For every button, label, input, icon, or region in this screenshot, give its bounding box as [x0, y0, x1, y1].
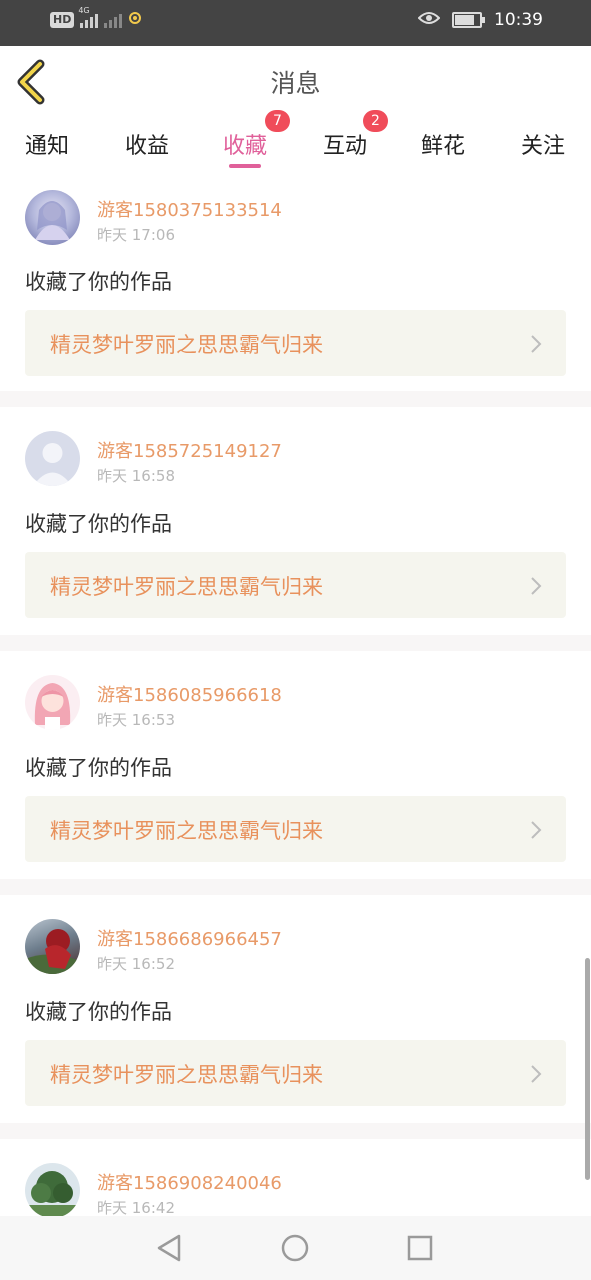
tab-notice[interactable]: 通知	[7, 128, 87, 160]
tab-label: 收益	[124, 134, 169, 159]
status-right: 10:39	[417, 10, 543, 30]
notification-icon	[128, 10, 142, 29]
tab-label: 鲜花	[420, 134, 465, 159]
scrollbar[interactable]	[585, 958, 590, 1180]
chevron-right-icon	[531, 821, 542, 839]
default-user-avatar-icon	[33, 443, 72, 486]
avatar[interactable]	[25, 675, 80, 730]
username[interactable]: 游客1586686966457	[97, 925, 282, 951]
feed-card: 游客1586908240046 昨天 16:42	[0, 1139, 591, 1216]
anime-girl-avatar-icon	[35, 201, 70, 240]
divider	[0, 1123, 591, 1139]
signal-icon: 4G	[78, 6, 99, 28]
tree-photo-avatar-icon	[25, 1171, 80, 1216]
nav-recents-icon	[407, 1235, 433, 1261]
timestamp: 昨天 16:42	[97, 1199, 175, 1216]
tab-label: 互动	[322, 134, 367, 159]
tab-favorites[interactable]: 收藏	[205, 128, 285, 160]
status-bar: HD 4G 10:39	[0, 0, 591, 46]
battery-icon	[452, 12, 485, 28]
nav-recents-button[interactable]	[402, 1230, 438, 1266]
page-title: 消息	[270, 69, 321, 98]
nav-back-button[interactable]	[151, 1230, 187, 1266]
username[interactable]: 游客1580375133514	[97, 196, 282, 222]
tab-label: 收藏	[222, 134, 267, 159]
avatar[interactable]	[25, 431, 80, 486]
divider	[0, 879, 591, 895]
nav-home-button[interactable]	[277, 1230, 313, 1266]
favorites-badge: 7	[265, 110, 290, 132]
active-tab-indicator	[229, 164, 261, 168]
work-title: 精灵梦叶罗丽之思思霸气归来	[50, 333, 323, 357]
eye-icon	[417, 10, 441, 30]
hd-indicator: HD	[50, 11, 75, 28]
feed-card: 游客1580375133514 昨天 17:06 收藏了你的作品 精灵梦叶罗丽之…	[0, 176, 591, 391]
chevron-right-icon	[531, 335, 542, 353]
tab-earnings[interactable]: 收益	[107, 128, 187, 160]
photo-avatar-icon	[25, 929, 80, 974]
action-text: 收藏了你的作品	[25, 756, 172, 780]
feed-card: 游客1586085966618 昨天 16:53 收藏了你的作品 精灵梦叶罗丽之…	[0, 651, 591, 879]
nav-home-icon	[281, 1234, 309, 1262]
action-text: 收藏了你的作品	[25, 1000, 172, 1024]
work-title: 精灵梦叶罗丽之思思霸气归来	[50, 575, 323, 599]
username[interactable]: 游客1586085966618	[97, 681, 282, 707]
avatar[interactable]	[25, 1163, 80, 1216]
chevron-right-icon	[531, 1065, 542, 1083]
nav-back-icon	[157, 1234, 181, 1262]
avatar[interactable]	[25, 919, 80, 974]
work-title: 精灵梦叶罗丽之思思霸气归来	[50, 1063, 323, 1087]
divider	[0, 635, 591, 651]
signal-type-label: 4G	[78, 5, 90, 15]
avatar[interactable]	[25, 190, 80, 245]
feed-card: 游客1585725149127 昨天 16:58 收藏了你的作品 精灵梦叶罗丽之…	[0, 407, 591, 635]
timestamp: 昨天 16:58	[97, 467, 175, 485]
tab-label: 通知	[24, 134, 69, 159]
action-text: 收藏了你的作品	[25, 270, 172, 294]
action-text: 收藏了你的作品	[25, 512, 172, 536]
username[interactable]: 游客1586908240046	[97, 1169, 282, 1195]
header: 消息	[0, 46, 591, 118]
work-title: 精灵梦叶罗丽之思思霸气归来	[50, 819, 323, 843]
pink-hair-doll-avatar-icon	[34, 683, 71, 730]
tab-follow[interactable]: 关注	[503, 128, 583, 160]
tab-flowers[interactable]: 鲜花	[403, 128, 483, 160]
favorites-feed[interactable]: 游客1580375133514 昨天 17:06 收藏了你的作品 精灵梦叶罗丽之…	[0, 176, 591, 1216]
tab-interaction[interactable]: 互动	[305, 128, 385, 160]
tab-bar: 通知 收益 收藏 互动 鲜花 关注 7 2	[0, 110, 591, 176]
feed-card: 游客1586686966457 昨天 16:52 收藏了你的作品 精灵梦叶罗丽之…	[0, 895, 591, 1123]
timestamp: 昨天 16:52	[97, 955, 175, 973]
work-link[interactable]: 精灵梦叶罗丽之思思霸气归来	[25, 796, 566, 862]
work-link[interactable]: 精灵梦叶罗丽之思思霸气归来	[25, 1040, 566, 1106]
signal-icon-2	[104, 12, 123, 28]
divider	[0, 391, 591, 407]
work-link[interactable]: 精灵梦叶罗丽之思思霸气归来	[25, 552, 566, 618]
timestamp: 昨天 17:06	[97, 226, 175, 244]
clock: 10:39	[494, 10, 543, 30]
status-left: HD 4G	[50, 6, 142, 29]
chevron-right-icon	[531, 577, 542, 595]
interaction-badge: 2	[363, 110, 388, 132]
system-nav-bar	[0, 1216, 591, 1280]
username[interactable]: 游客1585725149127	[97, 437, 282, 463]
timestamp: 昨天 16:53	[97, 711, 175, 729]
tab-label: 关注	[520, 134, 565, 159]
work-link[interactable]: 精灵梦叶罗丽之思思霸气归来	[25, 310, 566, 376]
